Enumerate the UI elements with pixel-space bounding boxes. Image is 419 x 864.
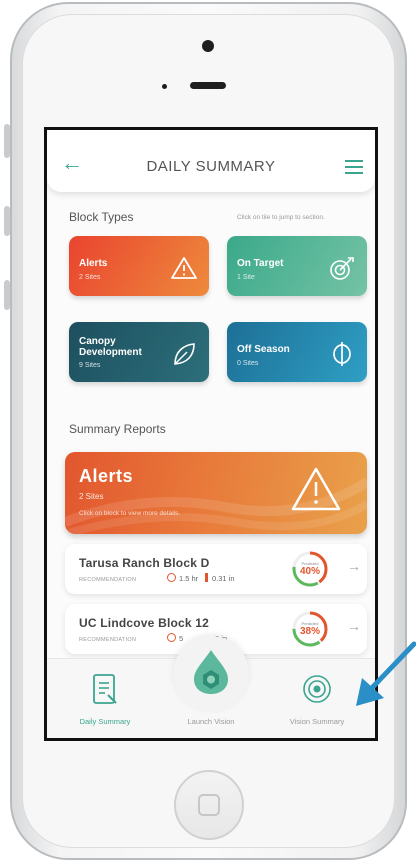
alerts-banner[interactable]: Alerts 2 Sites Click on block to view mo… xyxy=(65,452,367,534)
card-block-name: UC Lindcove Block 12 xyxy=(79,616,210,630)
target-icon xyxy=(330,257,354,280)
predicted-ring: Predicted 40% xyxy=(291,550,329,588)
clock-icon xyxy=(167,633,176,642)
card-recommendation-label: RECOMMENDATION xyxy=(79,577,137,583)
phone-mute-switch xyxy=(4,124,10,158)
card-arrow-icon[interactable]: → xyxy=(347,618,361,634)
report-icon xyxy=(93,674,117,704)
predicted-ring: Predicted 38% xyxy=(291,610,329,648)
warning-icon xyxy=(171,257,197,279)
alerts-banner-count: 2 Sites xyxy=(79,492,104,501)
tile-canopy-count: 9 Sites xyxy=(79,362,101,369)
phone-volume-down xyxy=(4,280,10,310)
card-block-name: Tarusa Ranch Block D xyxy=(79,556,210,570)
tab-vision-summary-label: Vision Summary xyxy=(289,717,345,726)
alerts-banner-title: Alerts xyxy=(79,466,134,486)
hamburger-menu-icon[interactable] xyxy=(345,160,363,178)
ring-value: 38% xyxy=(299,626,320,637)
card-recommendation-label: RECOMMENDATION xyxy=(79,637,137,643)
tab-daily-summary-label: Daily Summary xyxy=(79,717,131,726)
card-irrigation-time: 5 xyxy=(179,634,184,643)
clock-icon xyxy=(167,573,176,582)
card-irrigation-time: 1.5 hr xyxy=(179,574,199,583)
card-water-amount: 0.31 in xyxy=(212,574,235,583)
tile-alerts[interactable]: Alerts 2 Sites xyxy=(69,236,209,296)
page-title: DAILY SUMMARY xyxy=(146,158,276,175)
sensor-dot xyxy=(162,84,167,89)
tile-on-target-count: 1 Site xyxy=(237,274,255,281)
launch-vision-button[interactable] xyxy=(173,636,249,712)
rain-gauge-icon xyxy=(205,573,208,582)
drop-icon xyxy=(194,650,228,694)
ring-value: 40% xyxy=(299,566,320,577)
home-button[interactable] xyxy=(174,770,244,840)
tab-daily-summary[interactable]: Daily Summary xyxy=(55,659,155,738)
tab-launch-vision-label: Launch Vision xyxy=(187,717,235,726)
phone-volume-up xyxy=(4,206,10,236)
block-types-hint: Click on tile to jump to section. xyxy=(237,214,325,221)
tile-off-season-label: Off Season xyxy=(237,344,290,355)
tile-off-season-count: 0 Sites xyxy=(237,360,259,367)
tile-canopy-development[interactable]: Canopy Development 9 Sites xyxy=(69,322,209,382)
tile-on-target-label: On Target xyxy=(237,258,284,269)
tile-canopy-label-line2: Development xyxy=(79,347,142,358)
earpiece-speaker xyxy=(190,82,226,89)
home-square-icon xyxy=(198,794,220,816)
card-arrow-icon[interactable]: → xyxy=(347,558,361,574)
tile-on-target[interactable]: On Target 1 Site xyxy=(227,236,367,296)
tile-canopy-label: Canopy Development xyxy=(79,336,142,358)
tile-off-season[interactable]: Off Season 0 Sites xyxy=(227,322,367,382)
tile-alerts-count: 2 Sites xyxy=(79,274,101,281)
block-types-heading: Block Types xyxy=(69,210,134,224)
summary-reports-heading: Summary Reports xyxy=(69,422,166,436)
warning-icon xyxy=(291,467,341,511)
vision-icon xyxy=(303,675,331,703)
leaf-icon xyxy=(174,343,195,365)
tile-alerts-label: Alerts xyxy=(79,258,108,269)
alerts-banner-hint: Click on block to view more details. xyxy=(79,510,181,517)
phi-icon xyxy=(333,342,351,366)
app-screen: ← DAILY SUMMARY Block Types Click on til… xyxy=(44,127,378,741)
front-camera xyxy=(202,40,214,52)
summary-card[interactable]: Tarusa Ranch Block D RECOMMENDATION 1.5 … xyxy=(65,544,367,594)
pointer-arrow-icon xyxy=(356,641,416,706)
tile-canopy-label-line1: Canopy xyxy=(79,336,116,347)
app-header: ← DAILY SUMMARY xyxy=(47,130,375,192)
